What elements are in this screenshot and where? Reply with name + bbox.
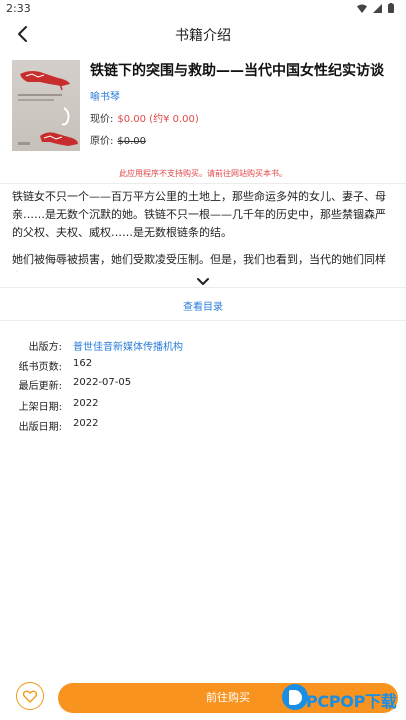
meta-label: 出版日期: (18, 422, 62, 433)
purchase-notice: 此应用程序不支持购买。请前往网站购买本书。 (119, 169, 287, 178)
meta-label: 上架日期: (18, 402, 62, 413)
expand-description-button[interactable] (196, 272, 210, 285)
status-time: 2:33 (6, 2, 31, 15)
meta-label: 最后更新: (18, 381, 62, 392)
wifi-icon (357, 4, 367, 13)
current-price-value: $0.00 (约¥ 0.00) (117, 114, 199, 125)
meta-label: 出版方: (28, 342, 62, 353)
pcpop-logo-icon (282, 684, 308, 710)
page-title: 书籍介绍 (175, 28, 231, 44)
status-bar: 2:33 (0, 0, 406, 18)
original-price-label: 原价: (90, 136, 114, 147)
divider (0, 320, 406, 321)
book-title: 铁链下的突围与救助——当代中国女性纪实访谈 (90, 63, 384, 79)
meta-value: 2022 (73, 398, 99, 409)
author-link[interactable]: 喻书琴 (90, 88, 120, 103)
description-paragraph: 铁链女不只一个——百万平方公里的土地上，那些命运多舛的女儿、妻子、母亲……是无数… (12, 190, 386, 239)
meta-value: 162 (73, 358, 93, 369)
meta-row-listed: 上架日期: 2022 (0, 398, 406, 418)
status-icons (357, 3, 394, 13)
favorite-button[interactable] (16, 682, 44, 710)
meta-row-pages: 纸书页数: 162 (0, 358, 406, 378)
meta-value: 2022-07-05 (73, 377, 132, 388)
nav-bar: 书籍介绍 (0, 18, 406, 50)
heart-icon (23, 690, 37, 703)
book-description: 铁链女不只一个——百万平方公里的土地上，那些命运多舛的女儿、妻子、母亲……是无数… (0, 188, 406, 272)
meta-value: 2022 (73, 418, 99, 429)
cover-shoe-illustration (18, 71, 78, 146)
meta-label: 纸书页数: (18, 362, 62, 373)
meta-row-updated: 最后更新: 2022-07-05 (0, 377, 406, 397)
meta-row-publisher: 出版方: 普世佳音新媒体传播机构 (0, 338, 406, 358)
view-toc-link[interactable]: 查看目录 (0, 298, 406, 313)
meta-row-published: 出版日期: 2022 (0, 418, 406, 438)
current-price: 现价: $0.00 (约¥ 0.00) (90, 110, 199, 125)
original-price-value: $0.00 (117, 136, 147, 147)
chevron-down-icon (197, 278, 209, 285)
original-price: 原价: $0.00 (90, 132, 146, 147)
divider (0, 183, 406, 184)
battery-icon (388, 3, 394, 13)
current-price-label: 现价: (90, 114, 114, 125)
divider (0, 287, 406, 288)
description-paragraph: 她们被侮辱被损害，她们受欺凌受压制。但是，我们也看到，当代的她们同样在 (12, 253, 386, 272)
pcpop-watermark: PCPOP下载 (282, 682, 402, 718)
signal-icon (373, 3, 382, 13)
book-cover (12, 60, 80, 151)
watermark-text: PCPOP下载 (306, 692, 397, 711)
publisher-link[interactable]: 普世佳音新媒体传播机构 (73, 338, 183, 353)
